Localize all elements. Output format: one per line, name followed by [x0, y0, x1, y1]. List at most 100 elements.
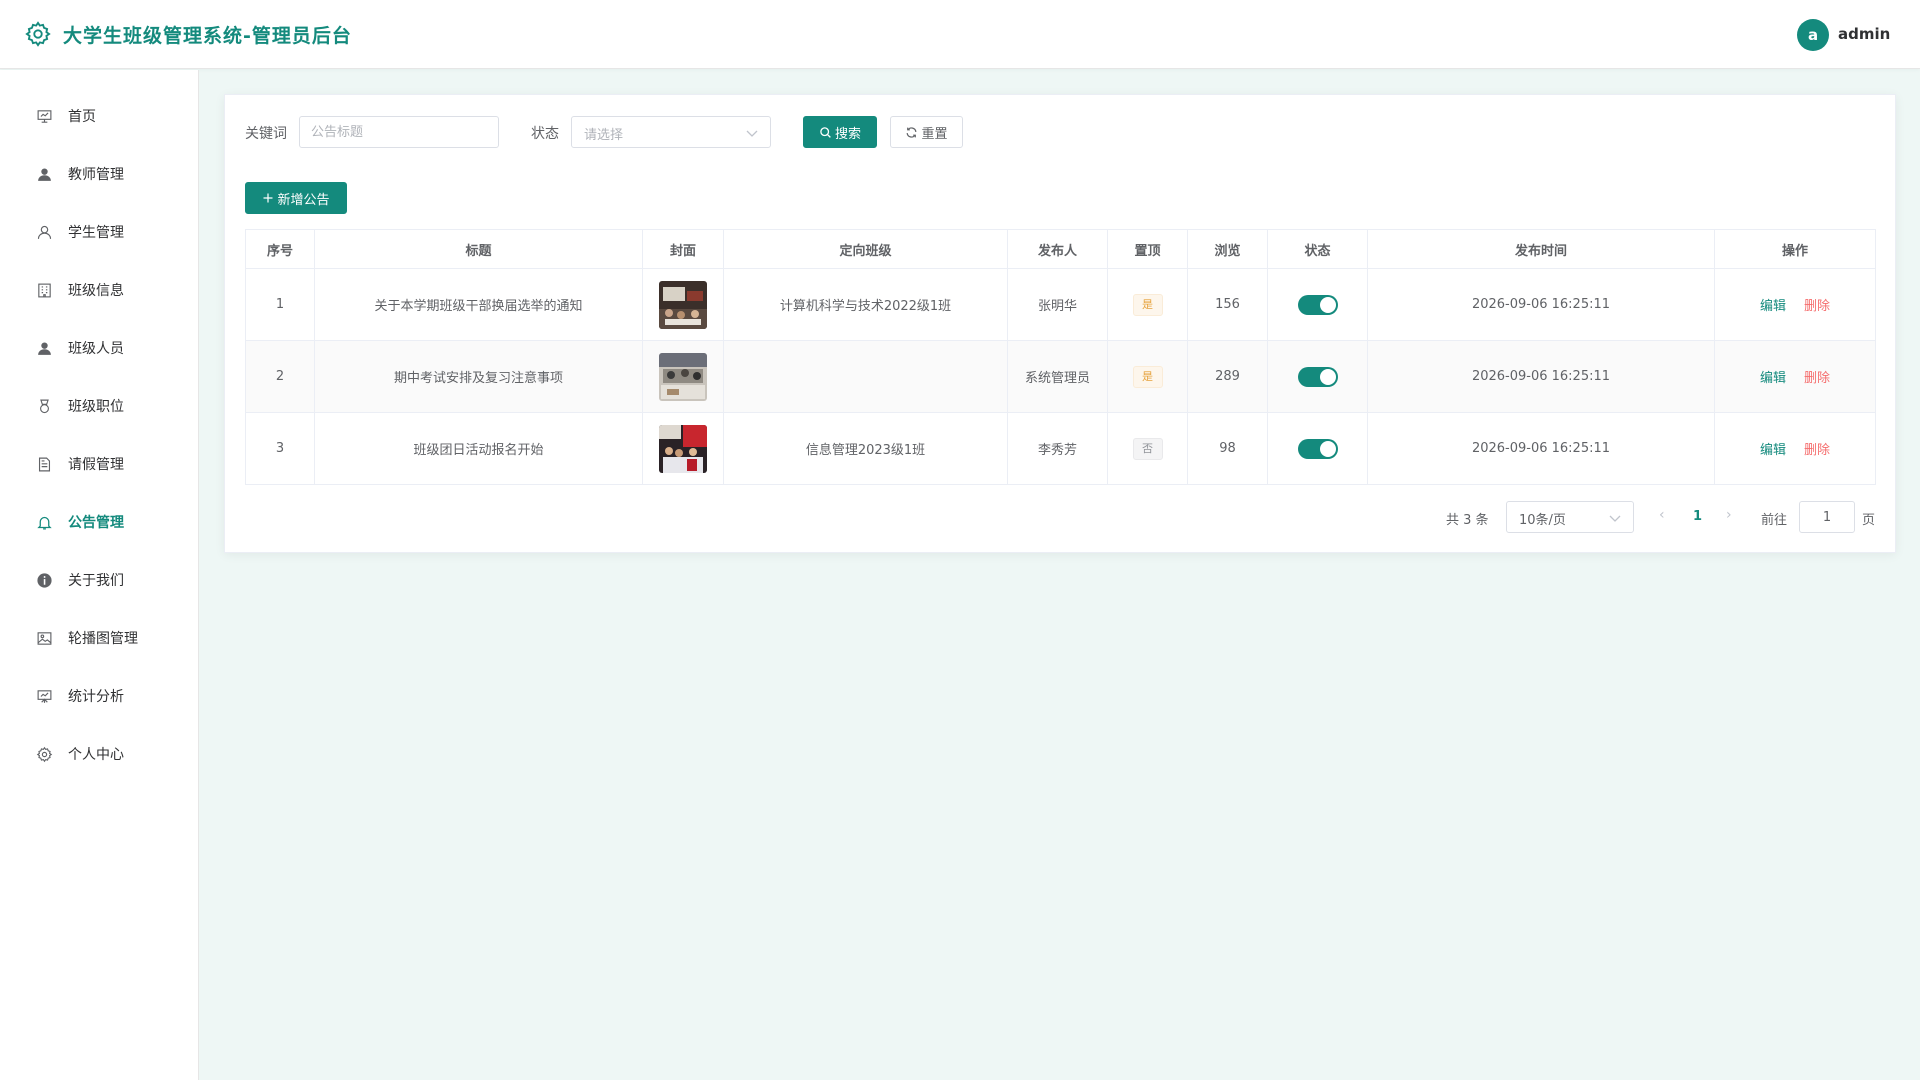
delete-button[interactable]: 删除 — [1804, 443, 1830, 458]
page-suffix: 页 — [1862, 513, 1876, 528]
refresh-icon — [907, 126, 917, 138]
table-row: 1 关于本学期班级干部换届选举的通知 计算机科学与技术2022级1班 张明华 是… — [245, 268, 1876, 341]
add-announcement-label: 新增公告 — [277, 192, 330, 208]
delete-button[interactable]: 删除 — [1804, 371, 1830, 386]
status-select[interactable]: 请选择 — [571, 116, 771, 148]
status-cell — [1267, 412, 1368, 485]
column-header[interactable]: 封面 — [642, 229, 724, 269]
app-title: 大学生班级管理系统-管理员后台 — [63, 25, 352, 47]
row-publisher: 系统管理员 — [1007, 340, 1108, 413]
add-announcement-button[interactable]: 新增公告 — [245, 182, 347, 214]
cover-image[interactable] — [659, 352, 707, 401]
sidebar-item-class-info[interactable]: 班级信息 — [0, 261, 199, 319]
table-row: 2 期中考试安排及复习注意事项 系统管理员 是 289 2026-09-06 1… — [245, 340, 1876, 413]
edit-button[interactable]: 编辑 — [1760, 371, 1786, 386]
column-header[interactable]: 序号 — [245, 229, 315, 269]
pinned-tag: 是 — [1132, 293, 1163, 316]
column-header[interactable]: 状态 — [1267, 229, 1368, 269]
pinned-tag: 是 — [1132, 365, 1163, 388]
goto-label: 前往 — [1761, 513, 1788, 528]
status-toggle[interactable] — [1297, 294, 1338, 315]
sidebar-item-teachers[interactable]: 教师管理 — [0, 145, 199, 203]
picture-icon — [35, 629, 53, 647]
row-index: 1 — [245, 268, 315, 341]
sidebar-item-label: 公告管理 — [68, 515, 124, 531]
chevron-down-icon — [746, 130, 758, 137]
sidebar-item-students[interactable]: 学生管理 — [0, 203, 199, 261]
cover-image[interactable] — [659, 280, 707, 329]
toggle-knob — [1319, 440, 1336, 457]
sidebar-item-class-members[interactable]: 班级人员 — [0, 319, 199, 377]
page-size-select[interactable]: 10条/页 — [1506, 501, 1634, 533]
status-toggle[interactable] — [1297, 438, 1338, 459]
delete-button[interactable]: 删除 — [1804, 299, 1830, 314]
page-number-current[interactable]: 1 — [1693, 509, 1702, 524]
avatar[interactable]: a — [1797, 19, 1829, 51]
reset-button[interactable]: 重置 — [890, 116, 963, 148]
sidebar-item-announcements[interactable]: 公告管理 — [0, 493, 199, 551]
cover-cell — [642, 268, 724, 341]
next-page-icon[interactable]: › — [1726, 507, 1732, 523]
sidebar-item-statistics[interactable]: 统计分析 — [0, 667, 199, 725]
column-header[interactable]: 置顶 — [1107, 229, 1188, 269]
row-target-class: 计算机科学与技术2022级1班 — [723, 268, 1008, 341]
sidebar-item-about[interactable]: 关于我们 — [0, 551, 199, 609]
row-publisher: 李秀芳 — [1007, 412, 1108, 485]
pagination-total: 共 3 条 — [1446, 513, 1489, 528]
column-header[interactable]: 浏览 — [1187, 229, 1268, 269]
status-toggle[interactable] — [1297, 366, 1338, 387]
row-views: 156 — [1187, 268, 1268, 341]
search-button[interactable]: 搜索 — [803, 116, 877, 148]
cover-cell — [642, 340, 724, 413]
top-header: 大学生班级管理系统-管理员后台 a admin — [0, 0, 1920, 69]
row-publish-time: 2026-09-06 16:25:11 — [1367, 412, 1715, 485]
cover-cell — [642, 412, 724, 485]
bell-icon — [35, 513, 53, 531]
column-header[interactable]: 定向班级 — [723, 229, 1008, 269]
row-publish-time: 2026-09-06 16:25:11 — [1367, 268, 1715, 341]
keyword-input[interactable] — [299, 116, 499, 148]
prev-page-icon[interactable]: ‹ — [1659, 507, 1665, 523]
sidebar-item-label: 学生管理 — [68, 225, 124, 241]
actions-cell: 编辑 删除 — [1714, 412, 1876, 485]
sidebar-item-label: 班级职位 — [68, 399, 124, 415]
sidebar-item-profile[interactable]: 个人中心 — [0, 725, 199, 783]
cover-image[interactable] — [659, 424, 707, 473]
sidebar-item-label: 轮播图管理 — [68, 631, 138, 647]
sidebar-item-label: 个人中心 — [68, 747, 124, 763]
sidebar-item-label: 班级人员 — [68, 341, 124, 357]
row-title: 班级团日活动报名开始 — [314, 412, 643, 485]
column-header[interactable]: 发布时间 — [1367, 229, 1715, 269]
sidebar-item-label: 首页 — [68, 109, 96, 125]
toggle-knob — [1319, 296, 1336, 313]
actions-cell: 编辑 删除 — [1714, 340, 1876, 413]
building-icon — [35, 281, 53, 299]
edit-button[interactable]: 编辑 — [1760, 299, 1786, 314]
row-publisher: 张明华 — [1007, 268, 1108, 341]
sidebar-item-home[interactable]: 首页 — [0, 87, 199, 145]
goto-page-input[interactable] — [1799, 501, 1855, 533]
column-header[interactable]: 操作 — [1714, 229, 1876, 269]
sidebar-item-label: 关于我们 — [68, 573, 124, 589]
gear-icon — [35, 745, 53, 763]
column-header[interactable]: 标题 — [314, 229, 643, 269]
row-views: 289 — [1187, 340, 1268, 413]
status-label: 状态 — [531, 126, 559, 142]
column-header[interactable]: 发布人 — [1007, 229, 1108, 269]
user-name[interactable]: admin — [1838, 25, 1890, 43]
dashboard-icon — [35, 107, 53, 125]
sidebar-item-carousel[interactable]: 轮播图管理 — [0, 609, 199, 667]
sidebar-item-leave[interactable]: 请假管理 — [0, 435, 199, 493]
sidebar-item-label: 班级信息 — [68, 283, 124, 299]
gear-logo-icon — [25, 21, 51, 47]
sidebar-item-label: 统计分析 — [68, 689, 124, 705]
user-outline-icon — [35, 223, 53, 241]
edit-button[interactable]: 编辑 — [1760, 443, 1786, 458]
announcement-panel: 关键词 状态 请选择 搜索 重置 新增公告 序号 标题 封面 定向班级 发布人 … — [224, 94, 1896, 553]
info-icon — [35, 571, 53, 589]
search-icon — [820, 126, 831, 138]
pinned-tag: 否 — [1132, 437, 1163, 460]
row-target-class: 信息管理2023级1班 — [723, 412, 1008, 485]
chevron-down-icon — [1609, 515, 1621, 522]
sidebar-item-class-positions[interactable]: 班级职位 — [0, 377, 199, 435]
